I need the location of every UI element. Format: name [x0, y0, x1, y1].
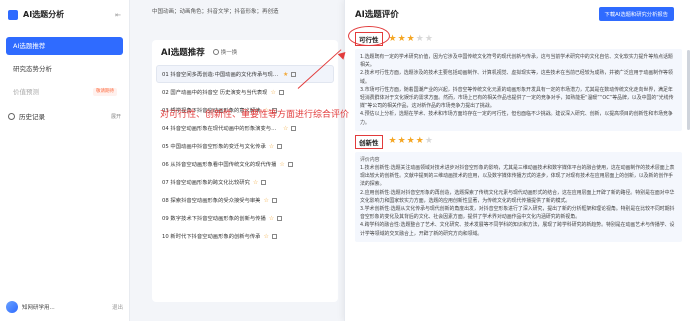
- history-label: 历史记录: [19, 113, 45, 121]
- star-filled-icon: ★: [415, 136, 424, 147]
- star-filled-icon: ★: [397, 33, 406, 44]
- clock-icon: [8, 112, 15, 120]
- rating-stars: ★ ★ ★ ★ ★: [389, 137, 433, 146]
- app-logo-icon: [8, 9, 18, 20]
- collapse-sidebar-icon[interactable]: ⇤: [115, 11, 121, 19]
- list-item[interactable]: 10 新时代下抖音空动画形象的创新与传承 ☆: [152, 227, 338, 245]
- refresh-icon: [212, 49, 219, 55]
- logout-button[interactable]: 退出: [112, 303, 123, 311]
- app-title: AI选题分析: [23, 10, 65, 19]
- star-filled-icon: ★: [406, 33, 415, 44]
- topic-title: 10 新时代下抖音空动画形象的创新与传承: [162, 234, 261, 240]
- paragraph: 1.技术创新性:选题关注动画领域对技术进步对抖音空形象的影响，尤其是三维动画技术…: [360, 165, 675, 188]
- topic-title: 08 探索抖音空动画形象的受众接受与审美: [162, 198, 261, 204]
- list-item[interactable]: 02 国产动画中的抖音空 历史演变与当代表现 ☆: [152, 83, 338, 101]
- sidebar-item-value-predict[interactable]: 价值预测 敬请期待: [6, 83, 123, 101]
- edit-icon[interactable]: [291, 125, 297, 131]
- star-icon[interactable]: ☆: [263, 197, 268, 204]
- star-icon[interactable]: ☆: [253, 179, 258, 186]
- edit-icon[interactable]: [271, 233, 277, 239]
- edit-icon[interactable]: [278, 89, 284, 95]
- sidebar-item-label: AI选题推荐: [13, 42, 46, 50]
- sidebar-nav: AI选题推荐 研究态势分析 价值预测 敬请期待: [0, 37, 129, 101]
- topic-recommend-header: AI选题推荐 换一换: [152, 40, 338, 62]
- topic-title: 07 抖音空动画形象的跨文化比较研究: [162, 180, 250, 186]
- evaluation-header: AI选题评价 下载AI选题和研究分析报告: [345, 0, 692, 28]
- topic-recommend-card: AI选题推荐 换一换 01 抖音空间多再创造:中国动画的文化传承与现代创新 ★ …: [152, 40, 338, 302]
- refresh-button[interactable]: 换一换: [212, 48, 238, 56]
- topic-title: 04 抖音空动画形象在现代动画中的形象演变与产业价值: [162, 126, 280, 132]
- user-name: 知网研学用...: [22, 305, 55, 311]
- innovation-section: 创新性 ★ ★ ★ ★ ★ 评价内容 1.技术创新性:选题关注动画领域对技术进步对抖音空…: [345, 134, 692, 242]
- sidebar-item-research-trend[interactable]: 研究态势分析: [6, 60, 123, 78]
- star-icon[interactable]: ★: [283, 71, 288, 78]
- user-bar: 知网研学用... 退出: [6, 299, 123, 315]
- star-filled-icon: ★: [397, 136, 406, 147]
- paragraph: 1.选题既有一定的学术研究价值，因为它涉及中国传统文化符号的现代创新与传承，这与…: [360, 54, 673, 69]
- topic-title: 09 数字技术下抖音空动画形象的创新与传播: [162, 216, 266, 222]
- edit-icon[interactable]: [261, 179, 267, 185]
- paragraph: 评价内容: [360, 156, 380, 163]
- coming-soon-badge: 敬请期待: [93, 88, 117, 96]
- edit-icon[interactable]: [277, 215, 283, 221]
- panel-title: AI选题评价: [355, 10, 399, 20]
- list-item[interactable]: 07 抖音空动画形象的跨文化比较研究 ☆: [152, 173, 338, 191]
- edit-icon[interactable]: [291, 71, 297, 77]
- topic-title: 06 从抖音空动画形象看中国传统文化的现代传播: [162, 162, 277, 168]
- list-item[interactable]: 04 抖音空动画形象在现代动画中的形象演变与产业价值 ☆: [152, 119, 338, 137]
- section-header: 创新性 ★ ★ ★ ★ ★: [355, 134, 682, 149]
- list-item[interactable]: 08 探索抖音空动画形象的受众接受与审美 ☆: [152, 191, 338, 209]
- star-icon[interactable]: ☆: [269, 143, 274, 150]
- star-filled-icon: ★: [406, 136, 415, 147]
- topic-title: 02 国产动画中的抖音空 历史演变与当代表现: [162, 90, 268, 96]
- section-body: 1.选题既有一定的学术研究价值，因为它涉及中国传统文化符号的现代创新与传承，这与…: [355, 49, 682, 131]
- sidebar-item-ai-topic[interactable]: AI选题推荐: [6, 37, 123, 55]
- brand: AI选题分析 ⇤: [0, 0, 129, 29]
- paragraph: 2.应用创新性:选题对抖音空形象的再创造，选题探索了传统文化元素与现代动画形式的…: [360, 189, 675, 204]
- edit-icon[interactable]: [271, 197, 277, 203]
- expand-button[interactable]: 展开: [111, 113, 121, 120]
- paragraph: 4.预估以上分析，选题在学术、技术和市场方面均存在一定的可行性，但也面临不少挑战…: [360, 111, 673, 126]
- keyword-text: 中国动画；动画角色；抖音文学；抖音形象；再创造: [152, 9, 279, 15]
- paragraph: 3.学术创新性:选题从文化传承与现代创新的角度出发，对抖音空形象进行了深入研究，…: [360, 206, 675, 221]
- highlight-circle: [348, 26, 390, 46]
- list-item[interactable]: 06 从抖音空动画形象看中国传统文化的现代传播 ☆: [152, 155, 338, 173]
- star-empty-icon: ★: [424, 33, 433, 44]
- scrollbar[interactable]: [687, 50, 690, 130]
- page-title: AI选题推荐: [161, 48, 205, 58]
- paragraph: 4.跨学科的融合性:选题整合了艺术、文化研究、技术发展等不同学科的知识和方法，展…: [360, 222, 675, 237]
- avatar[interactable]: [6, 301, 18, 313]
- evaluation-panel: AI选题评价 下载AI选题和研究分析报告 可行性 ★ ★ ★ ★ ★ 1.选题既有一定的…: [344, 0, 692, 321]
- refresh-label: 换一换: [220, 50, 238, 56]
- star-empty-icon: ★: [415, 33, 424, 44]
- section-body: 评价内容 1.技术创新性:选题关注动画领域对技术进步对抖音空形象的影响，尤其是三…: [355, 151, 682, 242]
- sidebar-item-label: 价值预测: [13, 88, 39, 96]
- topic-title: 05 中国动画中抖音空形象的变迁与文化传承: [162, 144, 266, 150]
- list-item[interactable]: 05 中国动画中抖音空形象的变迁与文化传承 ☆: [152, 137, 338, 155]
- topic-list: 01 抖音空间多再创造:中国动画的文化传承与现代创新 ★ 02 国产动画中的抖音…: [152, 65, 338, 245]
- download-report-button[interactable]: 下载AI选题和研究分析报告: [598, 7, 674, 21]
- history-header[interactable]: 历史记录 展开: [0, 109, 129, 123]
- edit-icon[interactable]: [287, 161, 293, 167]
- star-filled-icon: ★: [388, 136, 397, 147]
- section-label: 创新性: [355, 134, 383, 149]
- star-icon[interactable]: ☆: [263, 233, 268, 240]
- paragraph: 3.市场可行性方面，随着国潮产业的兴起，抖音空等传统文化元素的动画形象开发具有一…: [360, 86, 674, 110]
- annotation-text: 对可行性、创新性、重要性等方面进行综合评价: [160, 110, 350, 120]
- rating-stars: ★ ★ ★ ★ ★: [389, 33, 433, 44]
- paragraph: 2.技术可行性方面，选题涉及的技术主要包括动画制作、计算机视觉、虚拟现实等，这些…: [360, 70, 673, 85]
- edit-icon[interactable]: [277, 143, 283, 149]
- star-icon[interactable]: ☆: [283, 125, 288, 132]
- star-icon[interactable]: ☆: [279, 161, 284, 168]
- feasibility-section: 可行性 ★ ★ ★ ★ ★ 1.选题既有一定的学术研究价值，因为它涉及中国传统文化符号的…: [345, 32, 692, 131]
- star-empty-icon: ★: [424, 136, 433, 147]
- star-icon[interactable]: ☆: [269, 215, 274, 222]
- topic-title: 01 抖音空间多再创造:中国动画的文化传承与现代创新: [162, 72, 280, 78]
- section-header: 可行性 ★ ★ ★ ★ ★: [355, 32, 682, 46]
- sidebar: AI选题分析 ⇤ AI选题推荐 研究态势分析 价值预测 敬请期待 历史记录 展开…: [0, 0, 130, 321]
- sidebar-item-label: 研究态势分析: [13, 65, 52, 73]
- star-icon[interactable]: ☆: [270, 89, 275, 96]
- list-item[interactable]: 09 数字技术下抖音空动画形象的创新与传播 ☆: [152, 209, 338, 227]
